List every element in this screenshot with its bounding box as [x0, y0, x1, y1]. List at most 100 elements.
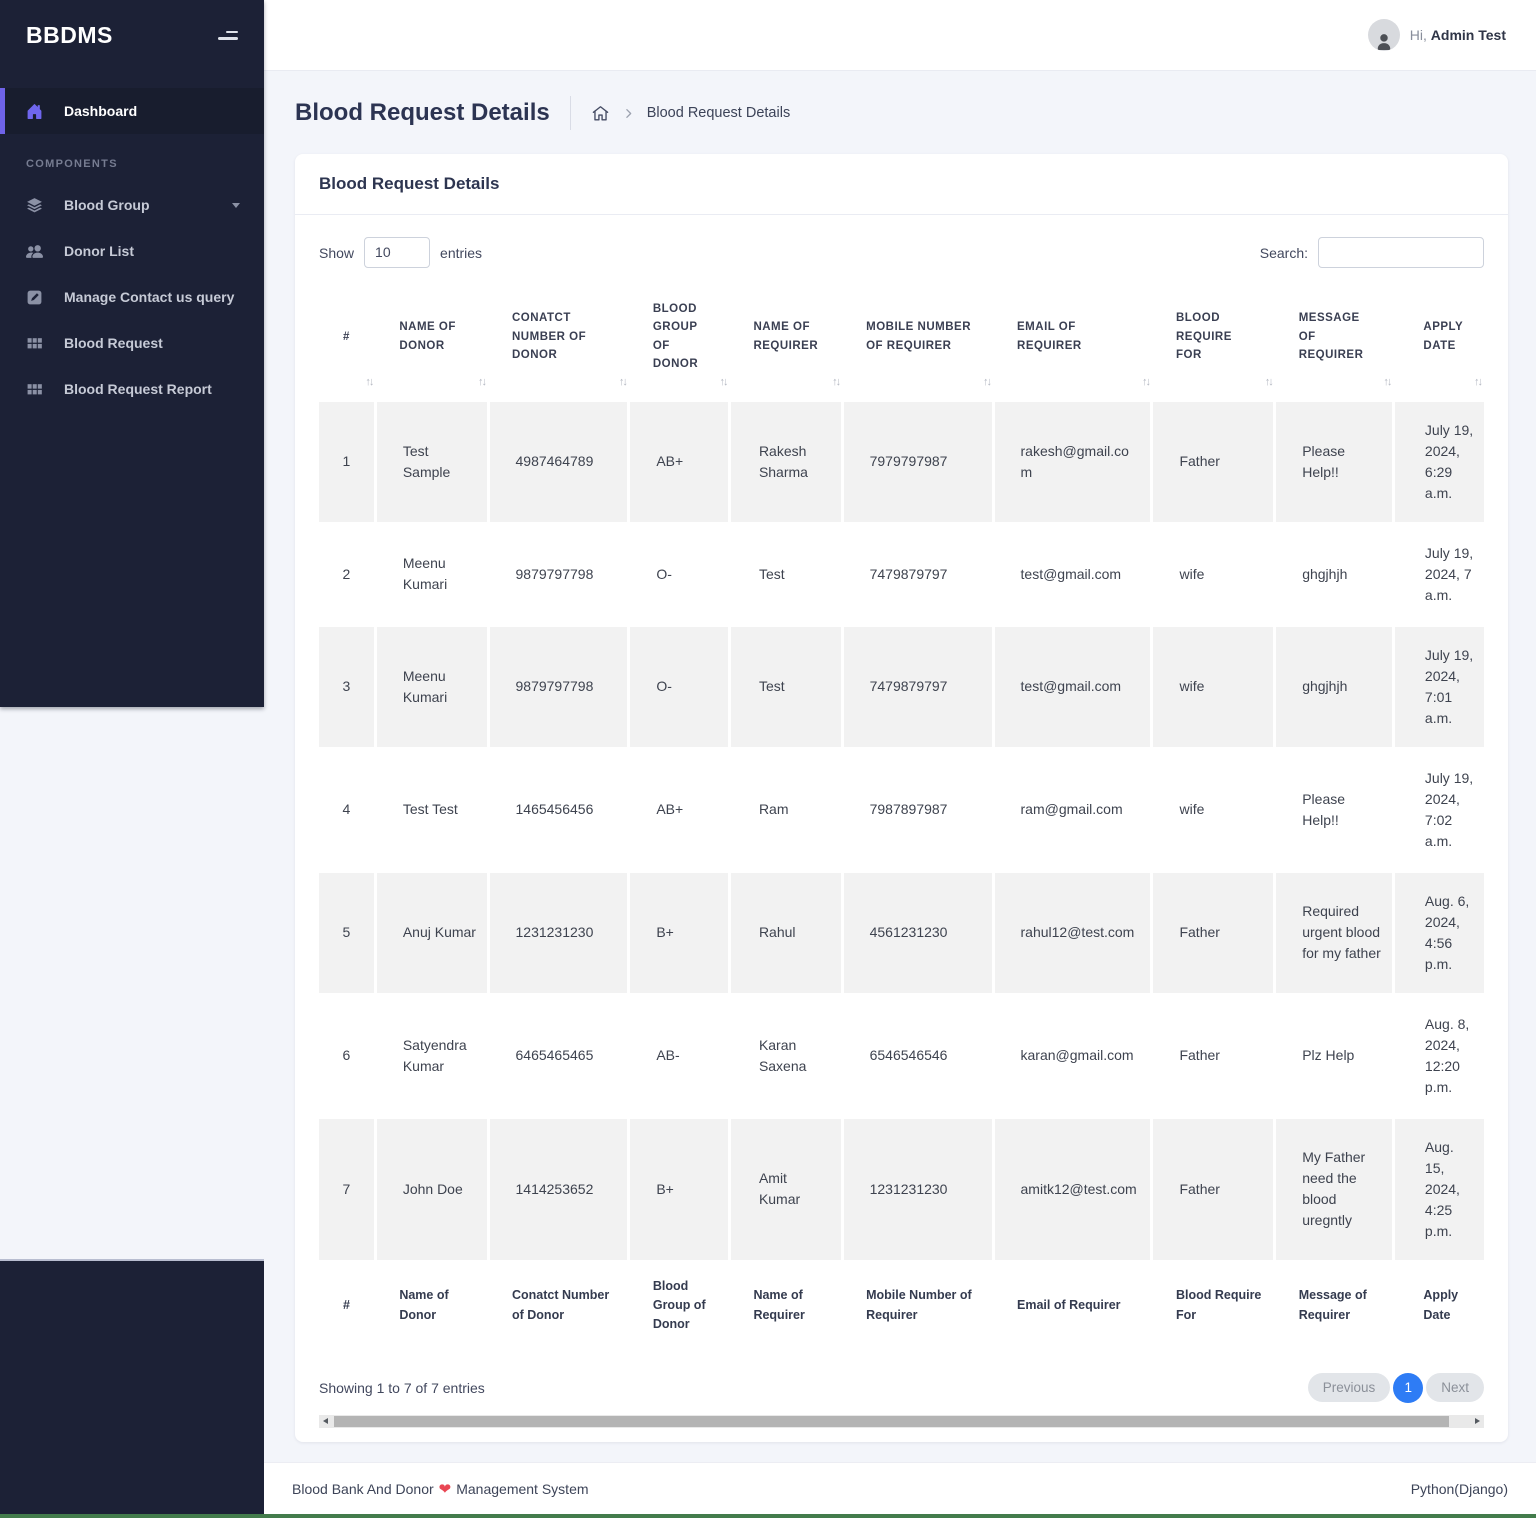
sidebar-item-dashboard[interactable]: Dashboard — [0, 88, 264, 134]
sidebar-item-blood-group[interactable]: Blood Group — [0, 182, 264, 228]
table-cell: amitk12@test.com — [993, 1117, 1152, 1261]
table-cell: ghgjhjh — [1275, 625, 1394, 748]
table-cell: 7479879797 — [842, 625, 993, 748]
page-head: Blood Request Details Blood Request Deta… — [295, 96, 1508, 130]
table-row: 6Satyendra Kumar6465465465AB-Karan Saxen… — [319, 994, 1484, 1117]
column-header[interactable]: Name of Donor↑↓ — [375, 288, 488, 402]
page-length-value: 10 — [375, 244, 391, 260]
table-cell: Rakesh Sharma — [729, 402, 842, 524]
sidebar: BBDMS Dashboard COMPONENTS Blood Group D… — [0, 0, 264, 707]
horizontal-scrollbar[interactable] — [319, 1415, 1484, 1428]
table-cell: Aug. 8, 2024, 12:20 p.m. — [1393, 994, 1484, 1117]
page-number-button[interactable]: 1 — [1393, 1373, 1423, 1403]
column-header[interactable]: Message of Requirer↑↓ — [1275, 288, 1394, 402]
search-control: Search: — [1260, 237, 1484, 268]
table-cell: Required urgent blood for my father — [1275, 871, 1394, 994]
column-header[interactable]: Email of Requirer↑↓ — [993, 288, 1152, 402]
scrollbar-thumb[interactable] — [334, 1416, 1449, 1427]
table-footer-label: Blood Group of Donor — [629, 1261, 730, 1359]
table-cell: Father — [1152, 402, 1275, 524]
table-icon — [26, 334, 44, 352]
table-row: 1Test Sample4987464789AB+Rakesh Sharma79… — [319, 402, 1484, 524]
column-header-label: Mobile Number of Requirer — [866, 321, 971, 351]
footer-right-text: Python(Django) — [1411, 1481, 1508, 1497]
title-divider — [570, 96, 571, 130]
search-label: Search: — [1260, 245, 1308, 261]
sidebar-item-manage-contact-query[interactable]: Manage Contact us query — [0, 274, 264, 320]
column-header-label: Conatct Number of Donor — [512, 312, 586, 361]
table-cell: Please Help!! — [1275, 748, 1394, 871]
table-controls: Show 10 entries Search: — [319, 237, 1484, 268]
search-input[interactable] — [1318, 237, 1484, 268]
column-header[interactable]: Blood Require For↑↓ — [1152, 288, 1275, 402]
table-cell: O- — [629, 625, 730, 748]
column-header[interactable]: Blood Group of Donor↑↓ — [629, 288, 730, 402]
table-cell: rahul12@test.com — [993, 871, 1152, 994]
scrollbar-left-arrow-icon[interactable] — [323, 1418, 328, 1424]
user-menu[interactable]: Hi, Admin Test — [1368, 19, 1506, 51]
components-section-label: COMPONENTS — [26, 158, 264, 170]
table-cell: 7 — [319, 1117, 375, 1261]
table-cell: 7479879797 — [842, 523, 993, 625]
column-header[interactable]: Conatct Number of Donor↑↓ — [488, 288, 629, 402]
table-cell: Meenu Kumari — [375, 625, 488, 748]
blood-request-details-card: Blood Request Details Show 10 entries Se… — [295, 154, 1508, 1442]
table-cell: My Father need the blood uregntly — [1275, 1117, 1394, 1261]
page-content: Blood Request Details Blood Request Deta… — [264, 70, 1536, 1442]
sort-arrows-icon: ↑↓ — [983, 374, 990, 392]
card-title: Blood Request Details — [319, 174, 1484, 194]
table-cell: 1231231230 — [842, 1117, 993, 1261]
table-cell: test@gmail.com — [993, 523, 1152, 625]
card-body: Show 10 entries Search: #↑↓Name of Donor… — [295, 215, 1508, 1442]
card-header: Blood Request Details — [295, 154, 1508, 215]
table-cell: B+ — [629, 871, 730, 994]
sidebar-item-label: Manage Contact us query — [64, 289, 234, 305]
menu-toggle-icon[interactable] — [214, 31, 238, 40]
sidebar-item-blood-request-report[interactable]: Blood Request Report — [0, 366, 264, 412]
column-header[interactable]: #↑↓ — [319, 288, 375, 402]
table-cell: John Doe — [375, 1117, 488, 1261]
table-footer-bar: Showing 1 to 7 of 7 entries Previous 1 N… — [319, 1373, 1484, 1403]
table-cell: 9879797798 — [488, 625, 629, 748]
column-header-label: Message of Requirer — [1299, 312, 1364, 361]
entries-label: entries — [440, 245, 482, 261]
table-cell: Test Sample — [375, 402, 488, 524]
column-header-label: Name of Requirer — [753, 321, 818, 351]
table-cell: 1414253652 — [488, 1117, 629, 1261]
username: Admin Test — [1431, 27, 1506, 43]
table-cell: July 19, 2024, 7:01 a.m. — [1393, 625, 1484, 748]
table-cell: Ram — [729, 748, 842, 871]
table-cell: 1 — [319, 402, 375, 524]
home-icon — [26, 102, 44, 120]
column-header[interactable]: Name of Requirer↑↓ — [729, 288, 842, 402]
sort-arrows-icon: ↑↓ — [478, 374, 485, 392]
table-cell: July 19, 2024, 6:29 a.m. — [1393, 402, 1484, 524]
table-cell: 6465465465 — [488, 994, 629, 1117]
previous-page-button[interactable]: Previous — [1308, 1373, 1391, 1402]
table-cell: Aug. 6, 2024, 4:56 p.m. — [1393, 871, 1484, 994]
column-header[interactable]: Apply Date↑↓ — [1393, 288, 1484, 402]
scrollbar-right-arrow-icon[interactable] — [1475, 1418, 1480, 1424]
greeting-text: Hi, Admin Test — [1410, 27, 1506, 43]
table-cell: Karan Saxena — [729, 994, 842, 1117]
column-header[interactable]: Mobile Number of Requirer ↑↓ — [842, 288, 993, 402]
table-cell: wife — [1152, 625, 1275, 748]
table-footer-label: Name of Donor — [375, 1261, 488, 1359]
table-cell: 4 — [319, 748, 375, 871]
table-cell: 3 — [319, 625, 375, 748]
page-length-select[interactable]: 10 — [364, 237, 430, 268]
table-cell: 2 — [319, 523, 375, 625]
sidebar-item-blood-request[interactable]: Blood Request — [0, 320, 264, 366]
table-cell: B+ — [629, 1117, 730, 1261]
table-cell: wife — [1152, 748, 1275, 871]
home-outline-icon[interactable] — [591, 104, 610, 123]
app-logo: BBDMS — [26, 22, 113, 49]
sort-arrows-icon: ↑↓ — [719, 374, 726, 392]
footer-prefix: Blood Bank And Donor — [292, 1481, 434, 1497]
table-row: 2Meenu Kumari9879797798O-Test7479879797t… — [319, 523, 1484, 625]
table-header-row: #↑↓Name of Donor↑↓Conatct Number of Dono… — [319, 288, 1484, 402]
table-row: 5Anuj Kumar1231231230B+Rahul4561231230ra… — [319, 871, 1484, 994]
sidebar-item-donor-list[interactable]: Donor List — [0, 228, 264, 274]
column-header-label: # — [343, 331, 350, 343]
next-page-button[interactable]: Next — [1426, 1373, 1484, 1402]
